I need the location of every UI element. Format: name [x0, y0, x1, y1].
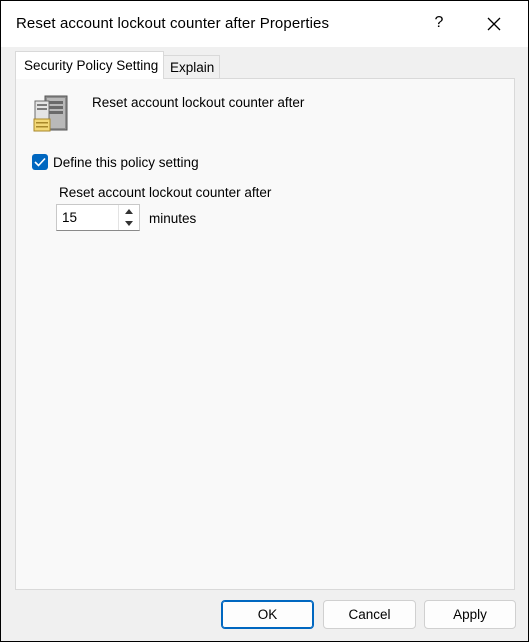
ok-button[interactable]: OK — [221, 600, 314, 629]
tab-explain[interactable]: Explain — [164, 55, 220, 79]
close-icon — [487, 17, 501, 31]
minutes-spinbox — [56, 204, 140, 231]
help-button[interactable]: ? — [425, 9, 453, 37]
window-title: Reset account lockout counter after Prop… — [16, 15, 330, 32]
server-policy-icon — [31, 93, 73, 135]
close-button[interactable] — [479, 9, 509, 39]
properties-dialog: Reset account lockout counter after Prop… — [0, 0, 529, 642]
counter-field-label: Reset account lockout counter after — [59, 185, 272, 200]
arrow-up-icon — [125, 209, 133, 214]
checkmark-icon — [34, 157, 46, 167]
policy-name: Reset account lockout counter after — [92, 95, 305, 110]
spin-down-button[interactable] — [119, 218, 139, 230]
cancel-button[interactable]: Cancel — [323, 600, 416, 629]
minutes-input[interactable] — [62, 210, 117, 225]
define-policy-checkbox[interactable] — [32, 154, 48, 170]
arrow-down-icon — [125, 221, 133, 226]
define-policy-label[interactable]: Define this policy setting — [53, 155, 199, 170]
apply-button[interactable]: Apply — [424, 600, 516, 629]
title-bar: Reset account lockout counter after Prop… — [1, 1, 528, 47]
spin-up-button[interactable] — [119, 206, 139, 218]
tab-security-policy-setting[interactable]: Security Policy Setting — [15, 51, 164, 79]
minutes-unit-label: minutes — [149, 211, 197, 226]
